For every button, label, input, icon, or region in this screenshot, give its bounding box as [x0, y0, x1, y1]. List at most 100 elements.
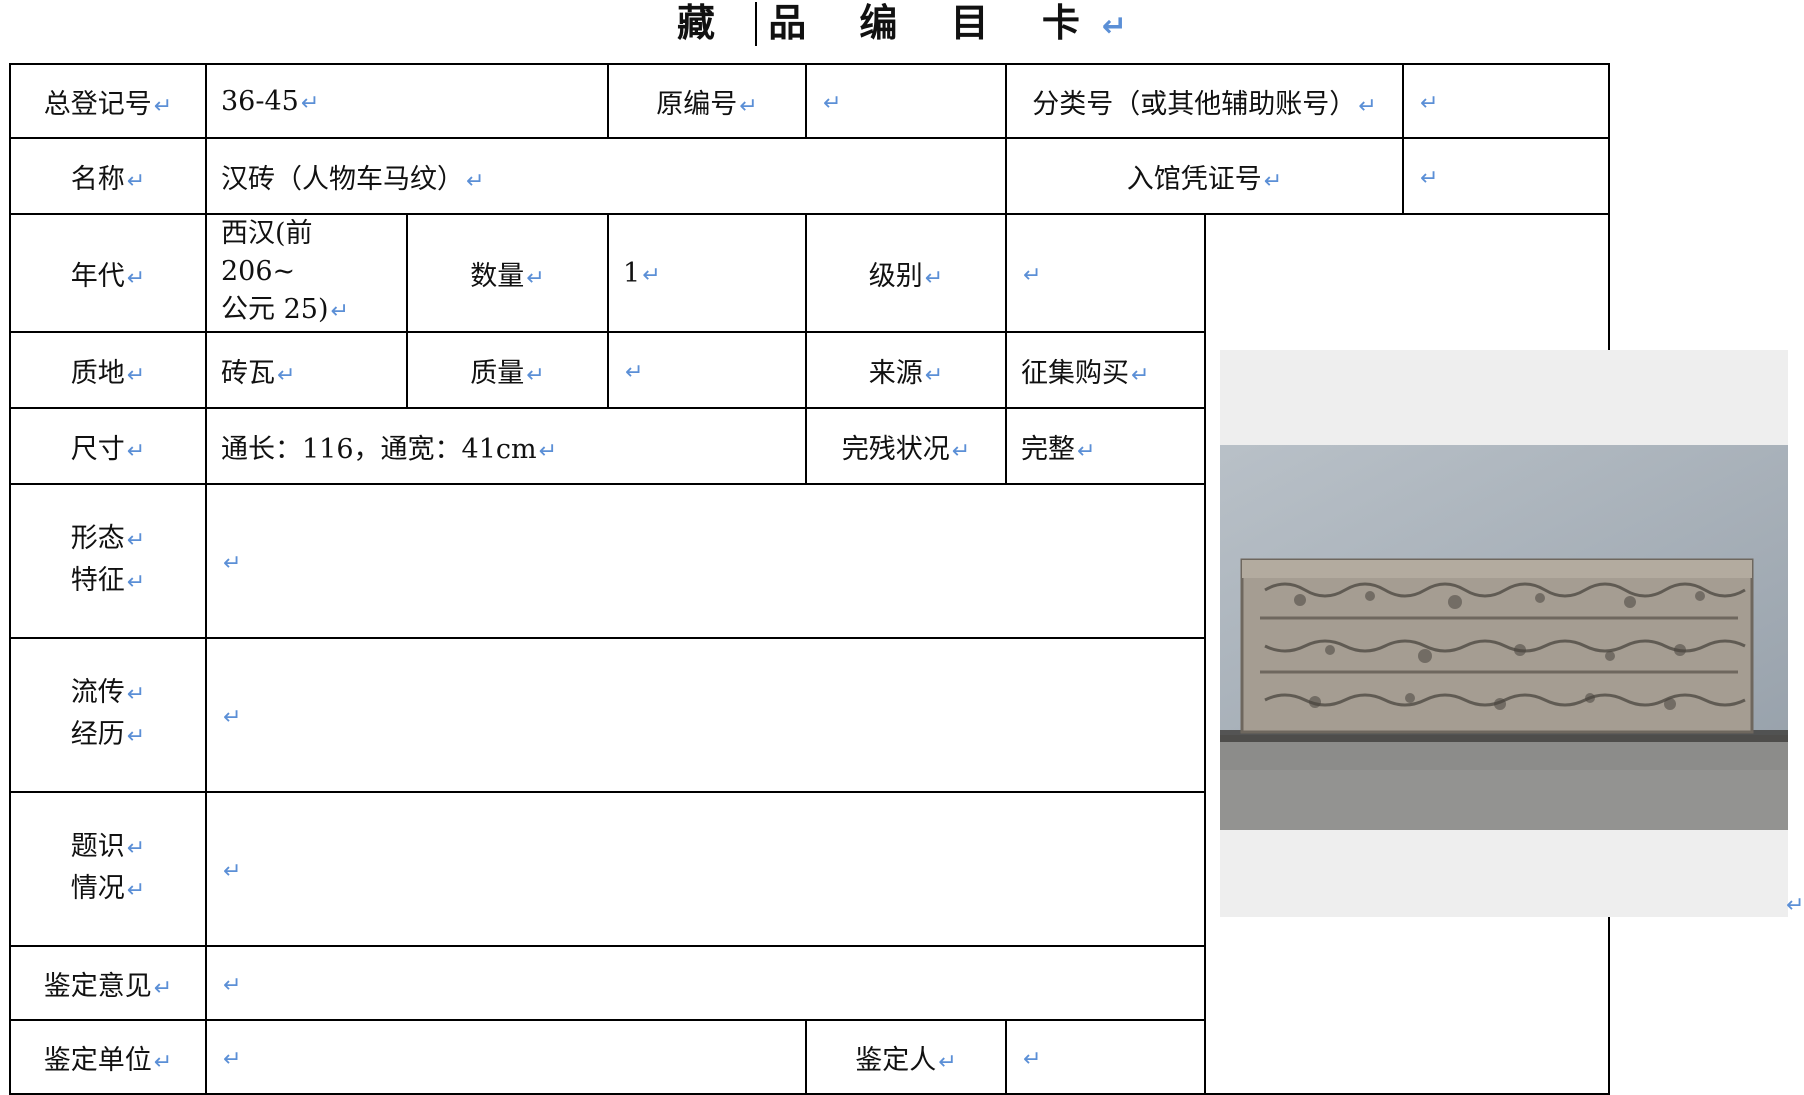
- source-value-cell[interactable]: 征集购买↵: [1005, 331, 1206, 409]
- return-mark-icon: ↵: [642, 262, 661, 288]
- reg-no-value-cell[interactable]: 36-45↵: [205, 63, 609, 139]
- name-value: 汉砖（人物车马纹）: [221, 163, 464, 195]
- mass-value-cell[interactable]: ↵: [607, 331, 807, 409]
- return-mark-icon: ↵: [1420, 165, 1439, 191]
- return-mark-icon: ↵: [153, 93, 173, 119]
- return-mark-icon: ↵: [526, 362, 545, 388]
- condition-value-cell[interactable]: 完整↵: [1005, 407, 1206, 485]
- mass-label: 质量: [470, 357, 525, 389]
- class-no-value-cell[interactable]: ↵: [1402, 63, 1610, 139]
- history-value-cell[interactable]: ↵: [205, 637, 1206, 793]
- return-mark-icon: ↵: [223, 1046, 242, 1072]
- source-label-cell: 来源↵: [805, 331, 1007, 409]
- history-label-cell: 流传↵ 经历↵: [9, 637, 207, 793]
- return-mark-icon: ↵: [126, 265, 146, 291]
- table-row: 年代↵ 西汉(前 206~ 公元 25)↵ 数量↵ 1↵ 级别↵ ↵: [9, 213, 1610, 1095]
- grade-label: 级别: [868, 260, 923, 292]
- return-mark-icon: ↵: [1420, 90, 1439, 116]
- appraisal-opinion-value-cell[interactable]: ↵: [205, 945, 1206, 1021]
- appraiser-value-cell[interactable]: ↵: [1005, 1019, 1206, 1095]
- return-mark-icon: ↵: [1263, 168, 1283, 194]
- source-label: 来源: [868, 357, 923, 389]
- size-label: 尺寸: [70, 433, 125, 465]
- return-mark-icon: ↵: [223, 858, 242, 884]
- quantity-label: 数量: [470, 260, 525, 292]
- history-label-2: 经历: [70, 719, 125, 750]
- return-mark-icon: ↵: [223, 550, 242, 576]
- mass-label-cell: 质量↵: [406, 331, 609, 409]
- page-title: 藏 品 编 目 卡↵: [0, 0, 1804, 48]
- return-mark-icon: ↵: [126, 570, 146, 595]
- size-value-cell[interactable]: 通长：116，通宽：41cm↵: [205, 407, 807, 485]
- condition-label-cell: 完残状况↵: [805, 407, 1007, 485]
- era-label: 年代: [70, 260, 125, 292]
- name-value-cell[interactable]: 汉砖（人物车马纹）↵: [205, 137, 1007, 215]
- name-label: 名称: [70, 163, 125, 195]
- condition-label: 完残状况: [841, 433, 950, 465]
- form-label-2: 特征: [70, 565, 125, 596]
- voucher-value-cell[interactable]: ↵: [1402, 137, 1610, 215]
- return-mark-icon: ↵: [330, 299, 349, 324]
- quantity-value-cell[interactable]: 1↵: [607, 213, 807, 333]
- inscription-label-2: 情况: [70, 873, 125, 904]
- return-mark-icon: ↵: [223, 972, 242, 998]
- form-value-cell[interactable]: ↵: [205, 483, 1206, 639]
- return-mark-icon: ↵: [924, 362, 944, 388]
- return-mark-icon: ↵: [823, 90, 842, 116]
- appraisal-unit-value-cell[interactable]: ↵: [205, 1019, 807, 1095]
- return-mark-icon: ↵: [1023, 262, 1042, 288]
- history-label-1: 流传: [70, 677, 125, 708]
- appraisal-opinion-label: 鉴定意见: [43, 970, 152, 1002]
- return-mark-icon: ↵: [938, 1049, 957, 1075]
- appraiser-label-cell: 鉴定人↵: [805, 1019, 1007, 1095]
- table-row: 名称↵ 汉砖（人物车马纹）↵ 入馆凭证号↵ ↵: [9, 137, 1610, 215]
- return-mark-icon: ↵: [538, 438, 558, 464]
- reg-no-label-cell: 总登记号↵: [9, 63, 207, 139]
- inscription-label-1: 题识: [70, 831, 125, 862]
- return-mark-icon: ↵: [126, 724, 146, 749]
- brick-relief-photo-icon: [1220, 350, 1788, 917]
- orig-no-label: 原编号: [656, 88, 738, 120]
- appraisal-opinion-label-cell: 鉴定意见↵: [9, 945, 207, 1021]
- size-label-cell: 尺寸↵: [9, 407, 207, 485]
- material-label: 质地: [70, 357, 125, 389]
- grade-label-cell: 级别↵: [805, 213, 1007, 333]
- orig-no-value-cell[interactable]: ↵: [805, 63, 1007, 139]
- return-mark-icon: ↵: [223, 704, 242, 730]
- material-value: 砖瓦: [221, 357, 275, 389]
- return-mark-icon: ↵: [1023, 1046, 1042, 1072]
- appraisal-unit-label: 鉴定单位: [43, 1044, 152, 1076]
- return-mark-icon: ↵: [300, 90, 320, 116]
- condition-value: 完整: [1021, 433, 1075, 465]
- return-mark-icon: ↵: [924, 265, 944, 291]
- return-mark-icon: ↵: [126, 528, 146, 553]
- inscription-label-cell: 题识↵ 情况↵: [9, 791, 207, 947]
- return-mark-icon: ↵: [1358, 93, 1377, 119]
- era-value-cell[interactable]: 西汉(前 206~ 公元 25)↵: [205, 213, 408, 333]
- grade-value-cell[interactable]: ↵: [1005, 213, 1206, 333]
- voucher-label: 入馆凭证号: [1126, 163, 1262, 195]
- return-mark-icon: ↵: [1101, 9, 1128, 44]
- inscription-value-cell[interactable]: ↵: [205, 791, 1206, 947]
- return-mark-icon: ↵: [466, 168, 485, 194]
- voucher-label-cell: 入馆凭证号↵: [1005, 137, 1404, 215]
- return-mark-icon: ↵: [625, 359, 644, 385]
- return-mark-icon: ↵: [126, 836, 146, 861]
- size-value: 通长：116，通宽：41cm: [221, 433, 537, 465]
- return-mark-icon: ↵: [277, 362, 296, 388]
- return-mark-icon: ↵: [951, 438, 971, 464]
- reg-no-value: 36-45: [221, 85, 299, 117]
- return-mark-icon: ↵: [1786, 893, 1804, 918]
- appraiser-label: 鉴定人: [855, 1044, 937, 1076]
- era-value-line2: 公元 25): [221, 294, 329, 325]
- quantity-label-cell: 数量↵: [406, 213, 609, 333]
- material-value-cell[interactable]: 砖瓦↵: [205, 331, 408, 409]
- era-label-cell: 年代↵: [9, 213, 207, 333]
- return-mark-icon: ↵: [153, 975, 173, 1001]
- return-mark-icon: ↵: [126, 168, 146, 194]
- form-label-1: 形态: [70, 523, 125, 554]
- material-label-cell: 质地↵: [9, 331, 207, 409]
- title-text: 藏 品 编 目 卡: [676, 0, 1100, 45]
- artifact-photo[interactable]: [1220, 350, 1788, 917]
- return-mark-icon: ↵: [739, 93, 758, 119]
